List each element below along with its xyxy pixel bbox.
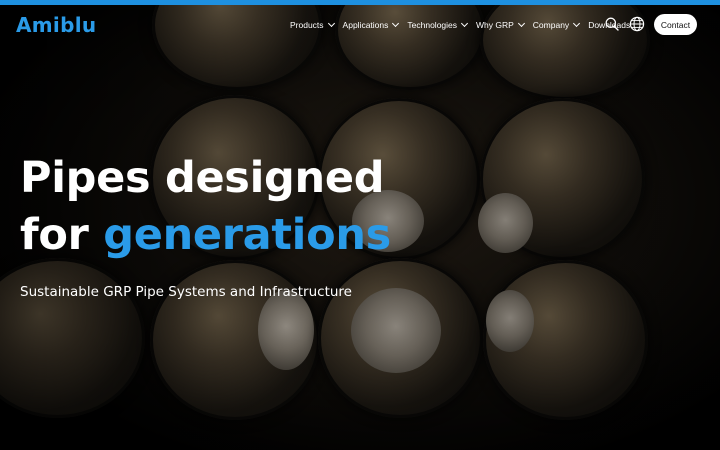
hero-subheadline: Sustainable GRP Pipe Systems and Infrast… <box>20 284 352 300</box>
chevron-down-icon <box>460 19 469 28</box>
contact-button[interactable]: Contact <box>654 14 697 35</box>
nav-item-label: Technologies <box>407 20 458 30</box>
globe-icon[interactable] <box>629 16 645 32</box>
headline-line-2: for <box>20 210 104 260</box>
nav-item-label: Why GRP <box>476 20 514 30</box>
hero-headline: Pipes designed for generations <box>20 150 391 264</box>
amiblu-logo[interactable]: Amiblu <box>16 13 96 37</box>
headline-accent: generations <box>103 210 391 260</box>
nav-item-technologies[interactable]: Technologies <box>407 19 469 30</box>
nav-item-label: Products <box>290 20 324 30</box>
site-header: Amiblu Products Applications Technologie… <box>0 5 720 45</box>
nav-item-why-grp[interactable]: Why GRP <box>476 19 525 30</box>
nav-item-products[interactable]: Products <box>290 19 335 30</box>
chevron-down-icon <box>517 19 525 28</box>
nav-item-company[interactable]: Company <box>532 19 581 30</box>
nav-item-label: Applications <box>342 20 389 30</box>
main-nav: Products Applications Technologies Why G… <box>290 17 639 33</box>
chevron-down-icon <box>327 19 335 28</box>
headline-line-1: Pipes designed <box>20 153 385 203</box>
nav-item-applications[interactable]: Applications <box>342 19 400 30</box>
search-icon[interactable] <box>605 17 619 31</box>
chevron-down-icon <box>392 19 400 28</box>
nav-item-label: Company <box>532 20 570 30</box>
chevron-down-icon <box>573 19 581 28</box>
